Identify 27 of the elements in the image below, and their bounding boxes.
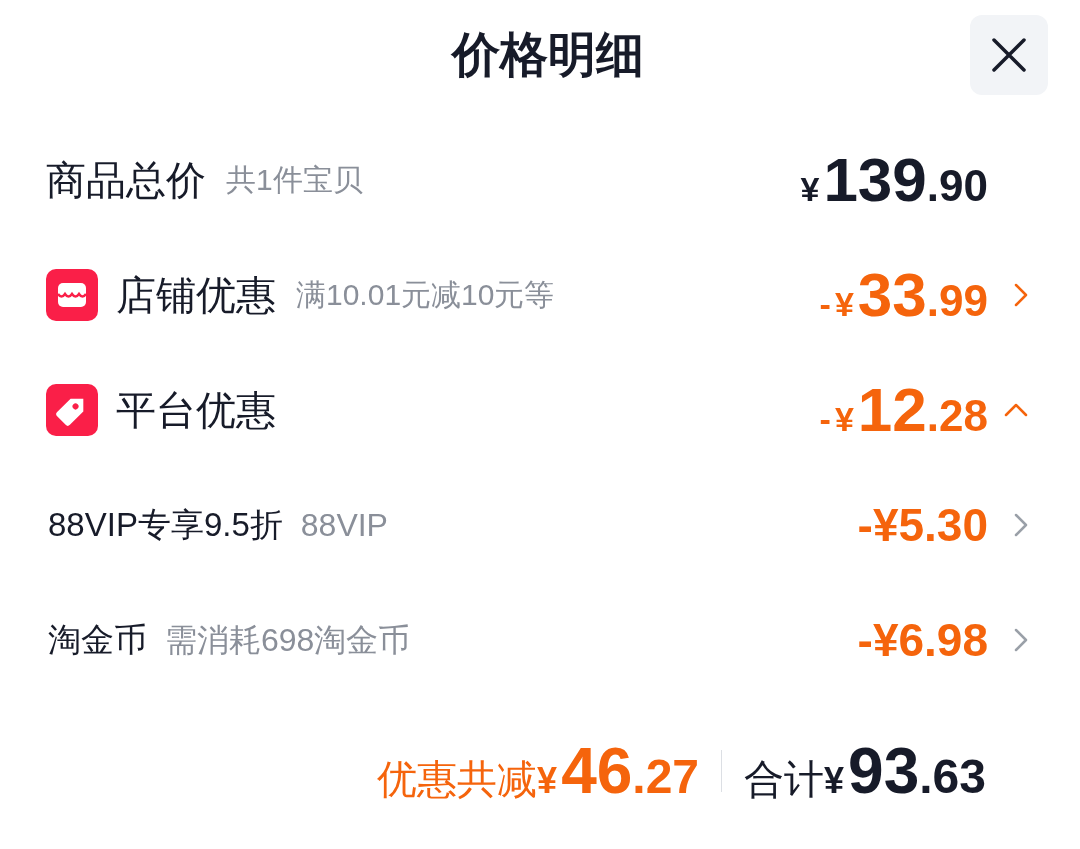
tag-icon: [46, 383, 98, 436]
sub-line-amount: -¥5.30: [857, 501, 988, 548]
chevron-right-icon[interactable]: [1014, 282, 1028, 307]
sub-line-amount: -¥6.98: [857, 616, 988, 663]
line-note: 满10.01元减10元等: [296, 279, 555, 310]
total-amount: ¥93.63: [824, 739, 986, 803]
close-button[interactable]: [970, 15, 1048, 95]
line-amount: -¥12.28: [819, 378, 988, 441]
savings-amount: ¥46.27: [537, 739, 700, 803]
sub-line-note: 需消耗698淘金币: [165, 623, 411, 656]
line-amount: ¥139.90: [800, 148, 988, 211]
line-label: 商品总价: [46, 159, 206, 200]
chevron-up-icon[interactable]: [1004, 402, 1028, 417]
total-label: 合计: [744, 759, 825, 799]
line-label: 平台优惠: [116, 389, 276, 430]
sub-line-label: 淘金币: [48, 623, 147, 656]
savings-label: 优惠共减: [377, 759, 538, 799]
line-amount: -¥33.99: [819, 263, 988, 326]
store-icon: [46, 268, 98, 321]
chevron-right-icon[interactable]: [1014, 512, 1028, 537]
line-note: 共1件宝贝: [226, 164, 363, 195]
chevron-right-icon[interactable]: [1014, 627, 1028, 652]
sub-line-note: 88VIP: [300, 508, 388, 541]
line-label: 店铺优惠: [116, 274, 276, 315]
close-icon: [991, 37, 1027, 73]
sheet-title: 价格明细: [452, 31, 644, 79]
sub-line-label: 88VIP专享9.5折: [48, 508, 283, 541]
